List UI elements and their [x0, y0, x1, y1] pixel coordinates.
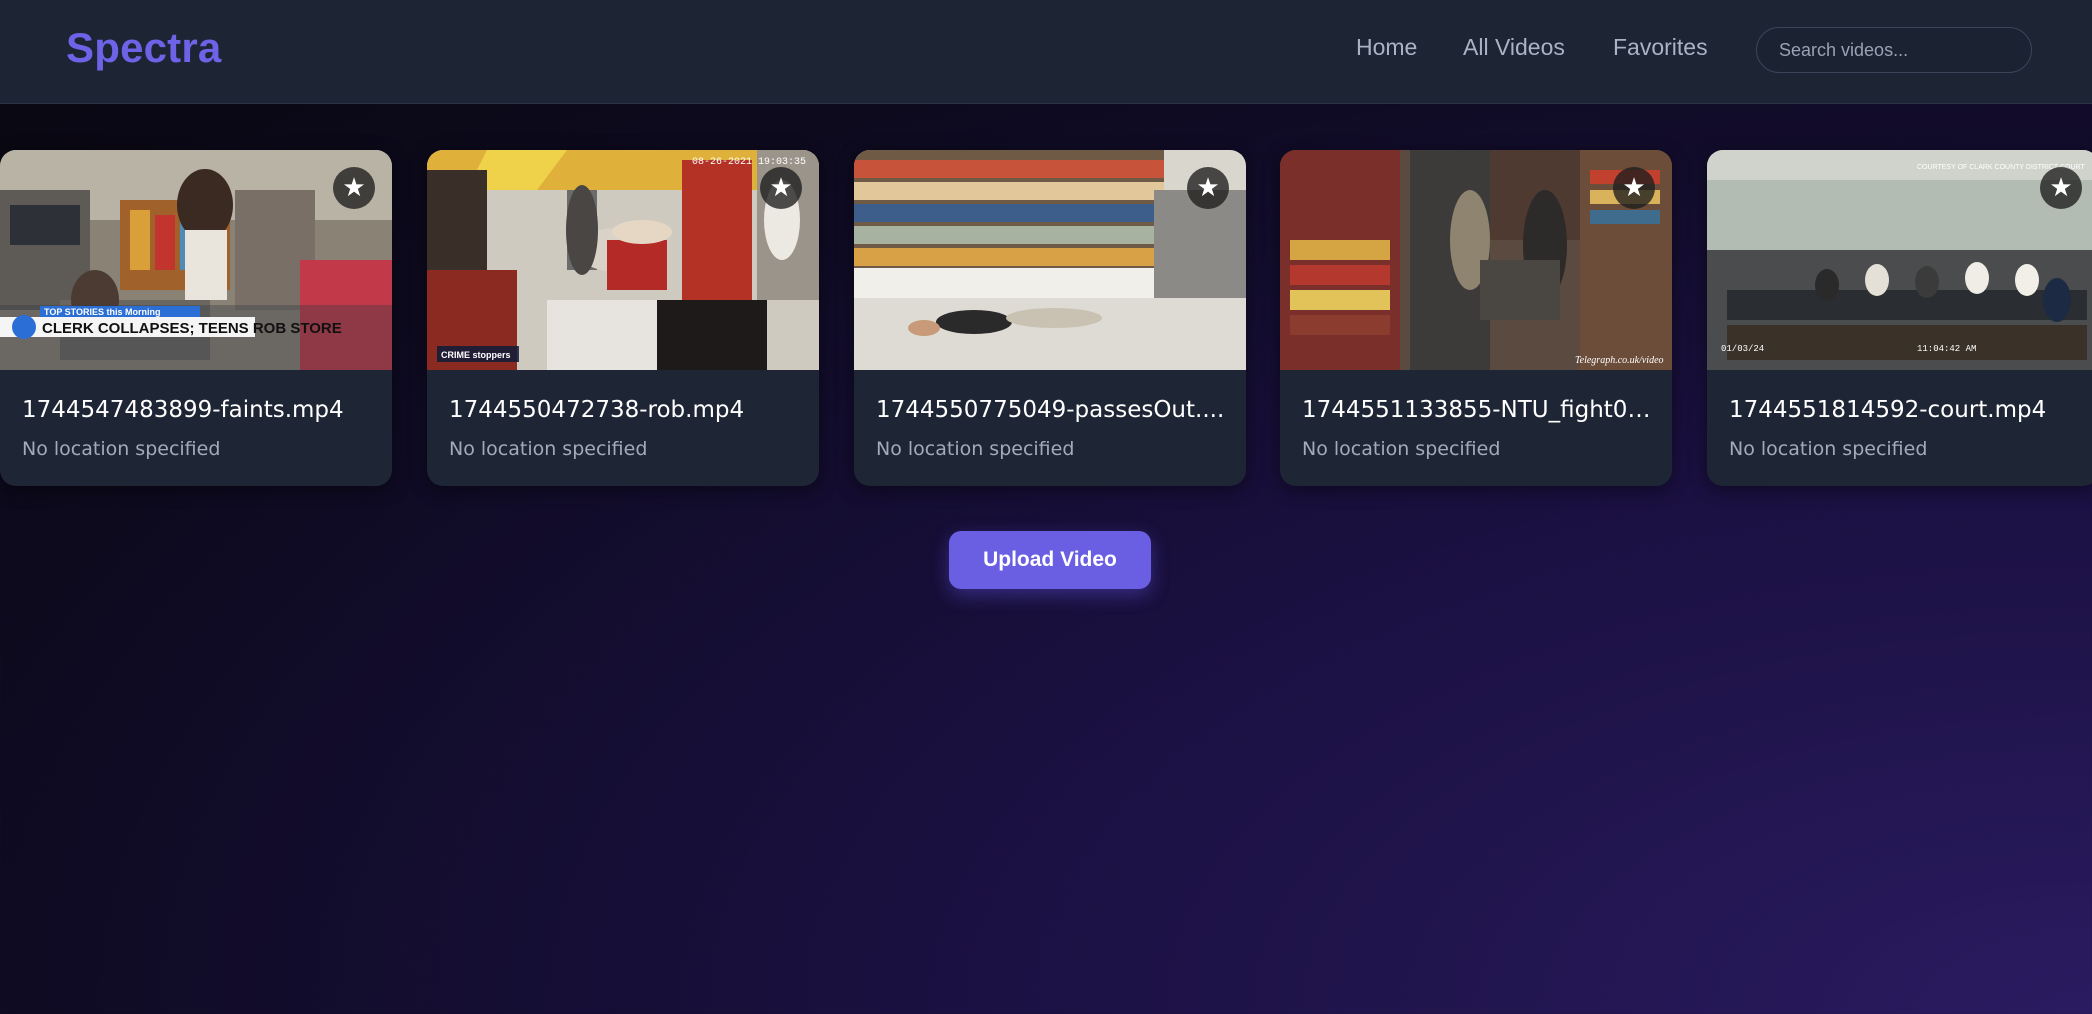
video-card[interactable]: TOP STORIES this Morning CLERK COLLAPSES… — [0, 150, 392, 486]
thumbnail-caption-top: TOP STORIES this Morning — [44, 307, 161, 317]
video-location: No location specified — [876, 438, 1075, 460]
favorite-star-icon[interactable]: ★ — [1613, 167, 1655, 209]
nav-home-link[interactable]: Home — [1356, 34, 1417, 61]
brand-logo[interactable]: Spectra — [66, 24, 221, 72]
video-title: 1744547483899-faints.mp4 — [22, 397, 344, 423]
nav-favorites-link[interactable]: Favorites — [1613, 34, 1708, 61]
video-thumbnail[interactable]: ★ — [854, 150, 1246, 370]
video-title: 1744550775049-passesOut.... — [876, 397, 1225, 423]
thumbnail-caption: CLERK COLLAPSES; TEENS ROB STORE — [42, 320, 342, 337]
thumbnail-timestamp: 08-26-2021 19:03:35 — [692, 157, 806, 168]
favorite-star-icon[interactable]: ★ — [2040, 167, 2082, 209]
thumbnail-image: COURTESY OF CLARK COUNTY DISTRICT COURT … — [1707, 150, 2092, 370]
video-card[interactable]: 08-26-2021 19:03:35 CRIME stoppers ★ 174… — [427, 150, 819, 486]
video-thumbnail[interactable]: 08-26-2021 19:03:35 CRIME stoppers ★ — [427, 150, 819, 370]
favorite-star-icon[interactable]: ★ — [760, 167, 802, 209]
video-thumbnail[interactable]: COURTESY OF CLARK COUNTY DISTRICT COURT … — [1707, 150, 2092, 370]
video-thumbnail[interactable]: TOP STORIES this Morning CLERK COLLAPSES… — [0, 150, 392, 370]
top-navbar: Spectra Home All Videos Favorites — [0, 0, 2092, 104]
thumbnail-date: 01/03/24 — [1721, 344, 1764, 354]
search-input[interactable] — [1756, 27, 2032, 73]
video-thumbnail[interactable]: Telegraph.co.uk/video ★ — [1280, 150, 1672, 370]
thumbnail-logo-text: CRIME stoppers — [441, 350, 511, 360]
upload-video-button[interactable]: Upload Video — [949, 531, 1151, 589]
video-card[interactable]: COURTESY OF CLARK COUNTY DISTRICT COURT … — [1707, 150, 2092, 486]
video-location: No location specified — [449, 438, 648, 460]
video-title: 1744551814592-court.mp4 — [1729, 397, 2047, 423]
video-location: No location specified — [1302, 438, 1501, 460]
video-card[interactable]: ★ 1744550775049-passesOut.... No locatio… — [854, 150, 1246, 486]
thumbnail-time: 11:04:42 AM — [1917, 344, 1976, 354]
thumbnail-watermark: Telegraph.co.uk/video — [1575, 355, 1664, 366]
nav-all-videos-link[interactable]: All Videos — [1463, 34, 1565, 61]
video-location: No location specified — [22, 438, 221, 460]
favorite-star-icon[interactable]: ★ — [1187, 167, 1229, 209]
video-title: 1744550472738-rob.mp4 — [449, 397, 745, 423]
favorite-star-icon[interactable]: ★ — [333, 167, 375, 209]
video-card[interactable]: Telegraph.co.uk/video ★ 1744551133855-NT… — [1280, 150, 1672, 486]
video-location: No location specified — [1729, 438, 1928, 460]
video-title: 1744551133855-NTU_fight02... — [1302, 397, 1657, 423]
